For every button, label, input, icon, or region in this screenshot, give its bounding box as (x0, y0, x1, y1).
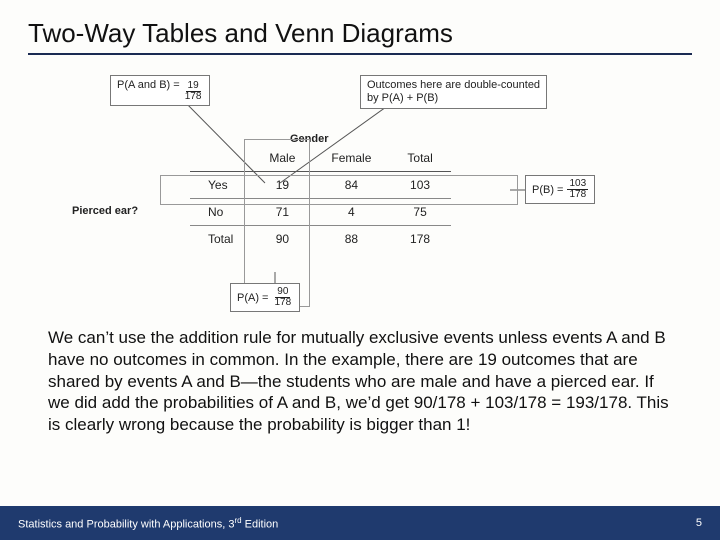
gender-heading: Gender (290, 133, 329, 145)
cell: 4 (313, 199, 389, 226)
row-label: Total (190, 226, 251, 253)
pierced-heading: Pierced ear? (72, 205, 138, 217)
slide: Two-Way Tables and Venn Diagrams P(A and… (0, 0, 720, 540)
callout-pab: P(A and B) = 19 178 (110, 75, 210, 106)
row-label: No (190, 199, 251, 226)
cell: 19 (251, 172, 313, 199)
two-way-table-figure: P(A and B) = 19 178 Outcomes here are do… (80, 75, 640, 315)
pa-fraction: 90 178 (272, 287, 293, 308)
slide-title: Two-Way Tables and Venn Diagrams (28, 18, 692, 55)
row-label: Yes (190, 172, 251, 199)
page-number: 5 (696, 517, 702, 529)
slide-footer: Statistics and Probability with Applicat… (0, 506, 720, 540)
pa-callout: P(A) = 90 178 (230, 283, 300, 312)
cell: 71 (251, 199, 313, 226)
footer-text: Statistics and Probability with Applicat… (18, 516, 278, 531)
cell: 84 (313, 172, 389, 199)
cell: 75 (389, 199, 450, 226)
table-header-row: Male Female Total (190, 145, 451, 172)
table-row: Total 90 88 178 (190, 226, 451, 253)
header-female: Female (313, 145, 389, 172)
header-total: Total (389, 145, 450, 172)
cell: 178 (389, 226, 450, 253)
body-paragraph: We can’t use the addition rule for mutua… (0, 315, 720, 436)
pb-fraction: 103 178 (567, 179, 588, 200)
callout-double-count: Outcomes here are double-counted by P(A)… (360, 75, 547, 109)
cell: 88 (313, 226, 389, 253)
table-row: No 71 4 75 (190, 199, 451, 226)
header-blank (190, 145, 251, 172)
pab-fraction: 19 178 (183, 81, 204, 102)
pa-label: P(A) = (237, 292, 268, 304)
pb-callout: P(B) = 103 178 (525, 175, 595, 204)
pb-label: P(B) = (532, 184, 563, 196)
cell: 103 (389, 172, 450, 199)
pab-label: P(A and B) = (117, 79, 180, 91)
table-row: Yes 19 84 103 (190, 172, 451, 199)
title-wrap: Two-Way Tables and Venn Diagrams (0, 0, 720, 61)
cell: 90 (251, 226, 313, 253)
header-male: Male (251, 145, 313, 172)
two-way-table: Male Female Total Yes 19 84 103 No 71 4 … (190, 145, 451, 252)
